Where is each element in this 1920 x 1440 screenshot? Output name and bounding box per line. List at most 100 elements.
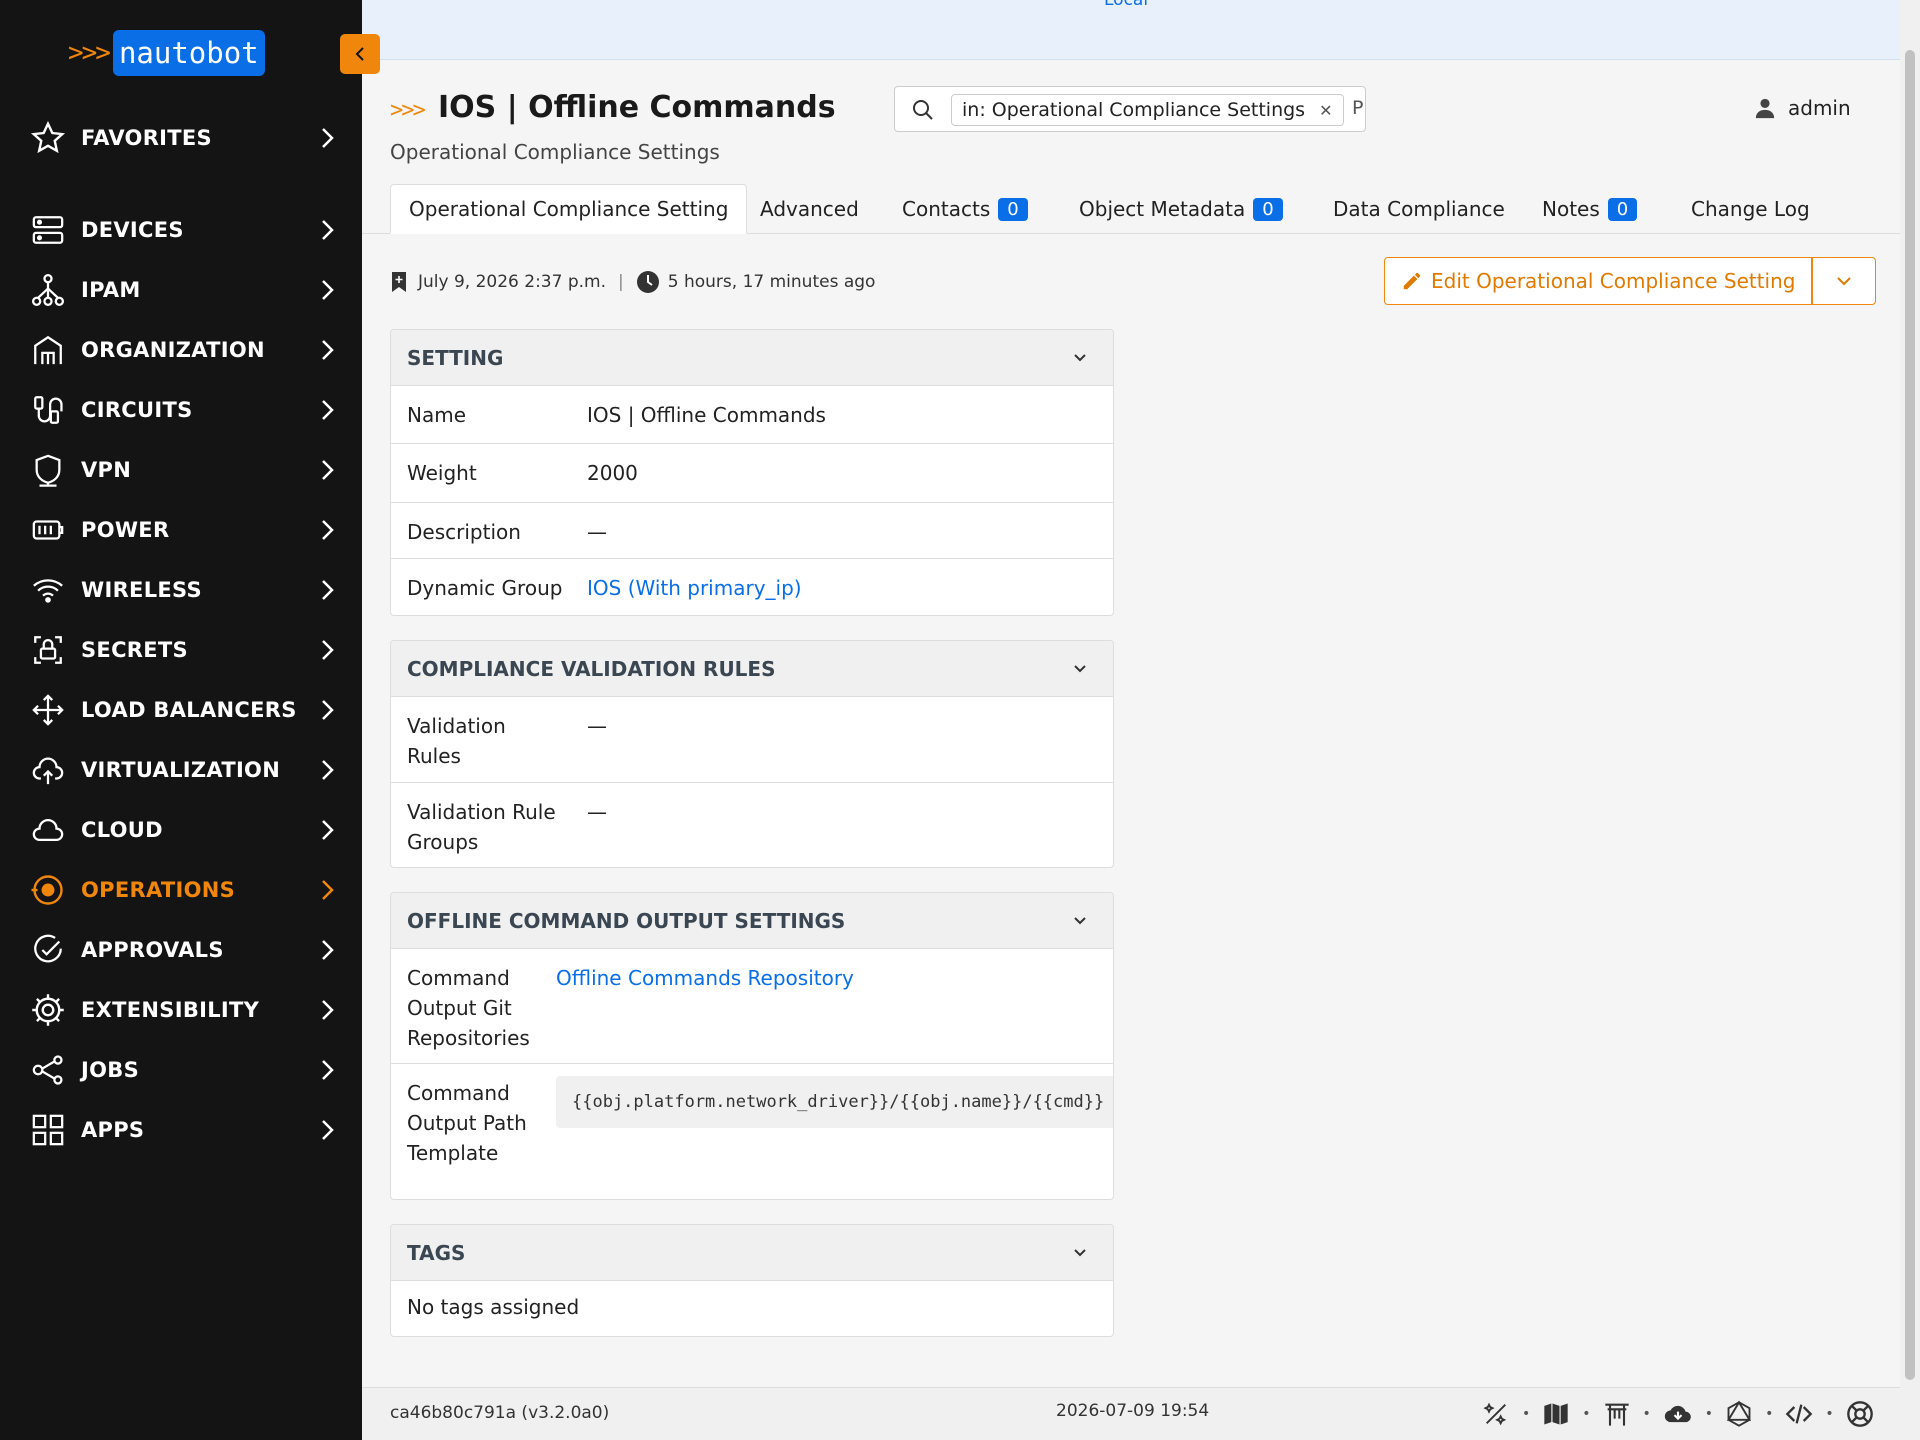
chevron-right-icon [322,220,334,240]
sidebar-item-extensibility[interactable]: EXTENSIBILITY [0,984,362,1036]
sidebar-item-label: ORGANIZATION [81,338,265,362]
search-filter-chip[interactable]: in: Operational Compliance Settings ✕ [951,94,1344,126]
help-lifebuoy-icon[interactable] [1846,1400,1874,1428]
nautobot-logo[interactable]: >>> nautobot [68,30,265,76]
sidebar-item-label: LOAD BALANCERS [81,698,297,722]
sidebar-item-jobs[interactable]: JOBS [0,1044,362,1096]
edit-button[interactable]: Edit Operational Compliance Setting [1384,257,1813,305]
sidebar-item-approvals[interactable]: APPROVALS [0,924,362,976]
sidebar-item-secrets[interactable]: SECRETS [0,624,362,676]
graphql-icon[interactable] [1725,1400,1753,1428]
git-repository-link[interactable]: Offline Commands Repository [556,963,854,993]
close-icon[interactable]: ✕ [1319,101,1332,120]
sidebar-item-vpn[interactable]: VPN [0,444,362,496]
sidebar-item-wireless[interactable]: WIRELESS [0,564,362,616]
tab-label: Data Compliance [1333,197,1505,221]
sidebar-item-apps[interactable]: APPS [0,1104,362,1156]
field-label-line: Output Path [407,1111,527,1135]
sidebar-item-circuits[interactable]: CIRCUITS [0,384,362,436]
tab-data-compliance[interactable]: Data Compliance [1333,184,1505,234]
no-tags-text: No tags assigned [407,1295,580,1319]
panel-header[interactable]: OFFLINE COMMAND OUTPUT SETTINGS [391,893,1113,949]
panel-title: SETTING [407,345,504,370]
version-text: ca46b80c791a (v3.2.0a0) [390,1403,610,1423]
sidebar-item-virtualization[interactable]: VIRTUALIZATION [0,744,362,796]
chevron-right-icon [322,880,334,900]
field-label-line: Command [407,966,510,990]
chevron-down-icon[interactable] [1071,659,1089,677]
collapse-sidebar-button[interactable] [340,34,380,74]
table-row: Description — [391,503,1113,559]
field-value: IOS | Offline Commands [587,403,826,427]
panel-header[interactable]: SETTING [391,330,1113,386]
tab-object-metadata[interactable]: Object Metadata 0 [1079,184,1283,234]
sidebar-item-cloud[interactable]: CLOUD [0,804,362,856]
panel-header[interactable]: TAGS [391,1225,1113,1281]
network-icon [28,270,68,310]
sidebar: >>> nautobot FAVORITES DEVICES IPAM ORGA… [0,0,362,1440]
sidebar-item-label: JOBS [81,1058,139,1082]
sidebar-item-label: POWER [81,518,170,542]
tab-contacts[interactable]: Contacts 0 [902,184,1028,234]
panel-header[interactable]: COMPLIANCE VALIDATION RULES [391,641,1113,697]
main-content: Local >>> IOS | Offline Commands Operati… [362,0,1900,1440]
chevron-down-icon[interactable] [1071,348,1089,366]
sidebar-item-power[interactable]: POWER [0,504,362,556]
logo-chevrons: >>> [68,38,111,68]
tab-label: Contacts [902,197,991,221]
chevron-right-icon [322,128,334,148]
chevron-down-icon[interactable] [1071,1243,1089,1261]
tab-notes[interactable]: Notes 0 [1542,184,1638,234]
timestamps: July 9, 2026 2:37 p.m. | 5 hours, 17 min… [390,270,875,294]
environment-banner: Local [362,0,1900,60]
field-label: Validation Rule Groups [407,797,556,857]
code-icon[interactable] [1785,1400,1813,1428]
tab-operational-compliance-setting[interactable]: Operational Compliance Setting [390,184,748,234]
page-title: IOS | Offline Commands [438,90,836,125]
sidebar-item-organization[interactable]: ORGANIZATION [0,324,362,376]
scrollbar-thumb[interactable] [1905,50,1915,1380]
sidebar-item-operations[interactable]: OPERATIONS [0,864,362,916]
footer-separator: • [1522,1406,1531,1422]
field-value: 2000 [587,461,638,485]
tab-change-log[interactable]: Change Log [1691,184,1810,234]
theme-toggle-icon[interactable] [1482,1400,1510,1428]
sidebar-item-ipam[interactable]: IPAM [0,264,362,316]
timestamp-separator: | [618,272,624,292]
page-scrollbar[interactable] [1900,0,1920,1440]
environment-label[interactable]: Local [1104,0,1148,10]
chevron-left-icon [355,47,364,61]
sidebar-item-label: CLOUD [81,818,163,842]
table-row: Command Output Git Repositories Offline … [391,949,1113,1064]
footer-timestamp: 2026-07-09 19:54 [1056,1401,1210,1421]
user-menu[interactable]: admin [1754,96,1851,120]
panel-title: TAGS [407,1240,466,1265]
footer-separator: • [1825,1406,1834,1422]
power-icon [28,510,68,550]
sidebar-item-label: VIRTUALIZATION [81,758,281,782]
sidebar-item-label: VPN [81,458,132,482]
jobs-icon [28,1050,68,1090]
docs-book-icon[interactable] [1542,1400,1570,1428]
sidebar-item-label: WIRELESS [81,578,202,602]
sidebar-item-devices[interactable]: DEVICES [0,204,362,256]
tags-panel: TAGS No tags assigned [390,1224,1114,1337]
field-label-line: Repositories [407,1026,530,1050]
wifi-icon [28,570,68,610]
footer-separator: • [1642,1406,1651,1422]
field-label: Command Output Git Repositories [407,963,530,1053]
sidebar-item-favorites[interactable]: FAVORITES [0,112,362,164]
cloud-download-icon[interactable] [1663,1400,1693,1428]
sidebar-item-load-balancers[interactable]: LOAD BALANCERS [0,684,362,736]
footer-separator: • [1704,1406,1714,1422]
chevron-down-icon[interactable] [1071,911,1089,929]
sidebar-item-label: APPROVALS [81,938,224,962]
gateway-icon[interactable] [1603,1400,1631,1428]
actions-dropdown-button[interactable] [1812,257,1877,305]
building-icon [28,330,68,370]
tab-advanced[interactable]: Advanced [760,184,859,234]
title-chevrons: >>> [390,98,426,123]
dynamic-group-link[interactable]: IOS (With primary_ip) [587,573,802,603]
search-input[interactable]: in: Operational Compliance Settings ✕ P [894,86,1366,132]
field-label-line: Validation Rule [407,800,556,824]
